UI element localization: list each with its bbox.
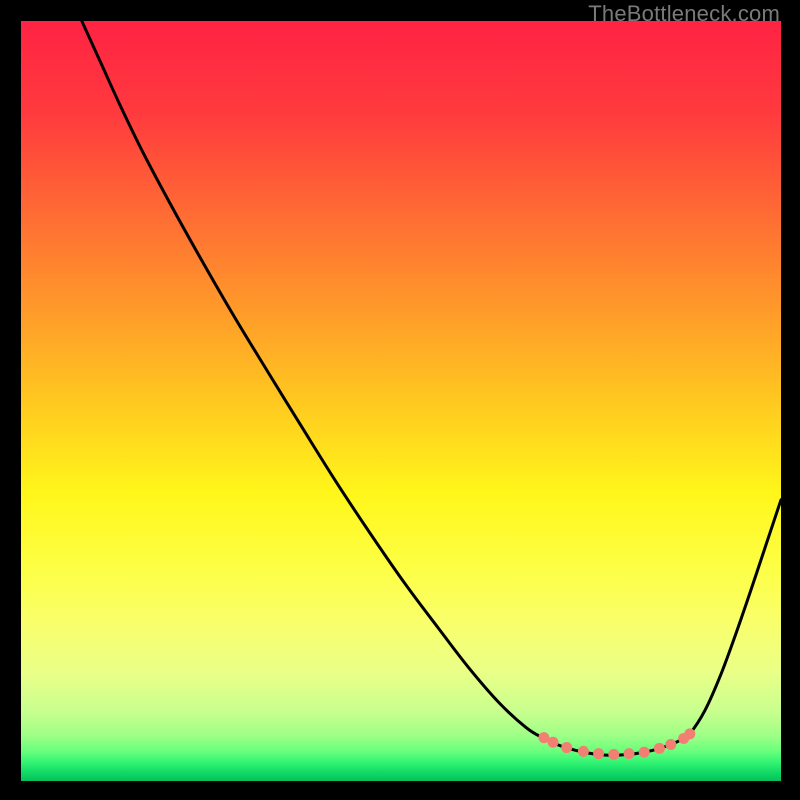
marker-point — [548, 737, 559, 748]
marker-point — [624, 748, 635, 759]
plot-svg — [21, 21, 781, 781]
marker-point — [593, 748, 604, 759]
marker-point — [561, 742, 572, 753]
chart-frame — [21, 21, 781, 781]
marker-point — [665, 739, 676, 750]
marker-point — [639, 747, 650, 758]
marker-point — [578, 746, 589, 757]
marker-point — [684, 728, 695, 739]
watermark-text: TheBottleneck.com — [588, 1, 780, 27]
marker-point — [654, 743, 665, 754]
marker-point — [608, 749, 619, 760]
